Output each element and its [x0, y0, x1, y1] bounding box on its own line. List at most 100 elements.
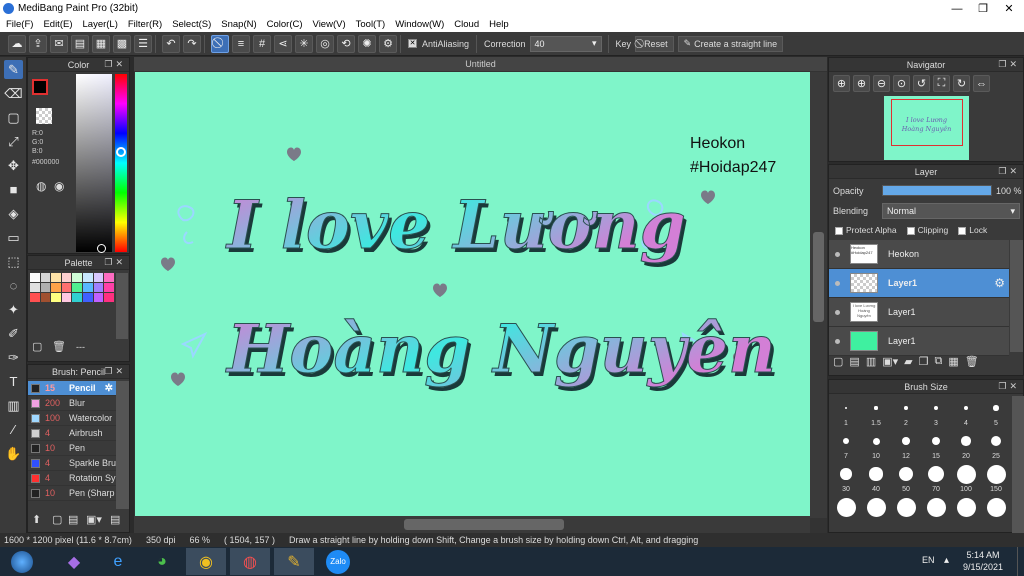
snap-crosshatch-icon[interactable]: # [253, 34, 271, 53]
visibility-icon[interactable] [835, 309, 840, 315]
layer-row-lettering[interactable]: I love Lương Hoàng Nguyên Layer1 [829, 298, 1009, 327]
brush-size-option[interactable] [921, 495, 951, 528]
brush-size-scrollbar[interactable] [1012, 396, 1024, 533]
new-8bit-layer-icon[interactable]: ▥ [866, 355, 876, 368]
foreground-color-swatch[interactable] [32, 79, 48, 95]
show-desktop-button[interactable] [1017, 547, 1024, 576]
new-brush-icon[interactable]: ▢ [52, 513, 62, 526]
visibility-icon[interactable] [835, 338, 840, 344]
document-icon[interactable]: ▦ [92, 34, 110, 53]
snap-vanishing-icon[interactable]: ⋖ [274, 34, 292, 53]
palette-swatch[interactable] [72, 293, 82, 302]
brush-size-option[interactable]: 20 [951, 429, 981, 462]
layer-settings-gear-icon[interactable]: ⚙ [994, 276, 1005, 290]
zalo-app[interactable]: Zalo [318, 548, 358, 575]
hand-tool-icon[interactable]: ✋ [4, 444, 23, 463]
panel-controls-icon[interactable]: ❐✕ [104, 257, 126, 268]
language-indicator[interactable]: EN [922, 555, 935, 565]
delete-layer-icon[interactable]: 🗑 [965, 355, 979, 368]
visibility-icon[interactable] [835, 280, 840, 286]
menu-select[interactable]: Select(S) [172, 19, 211, 30]
close-button[interactable]: ✕ [996, 0, 1022, 17]
brush-scrollbar[interactable] [116, 381, 129, 509]
brush-size-option[interactable]: 50 [891, 462, 921, 495]
brush-size-option[interactable] [981, 495, 1011, 528]
cloud-icon[interactable]: ☁ [8, 34, 26, 53]
brush-size-option[interactable]: 7 [831, 429, 861, 462]
brush-size-option[interactable]: 5 [981, 396, 1011, 429]
snap-circle-icon[interactable]: ◎ [316, 34, 334, 53]
zoom-out-icon[interactable]: ⊖ [873, 75, 890, 92]
antialiasing-checkbox[interactable]: ✕ [408, 39, 417, 48]
layer-row-background[interactable]: Layer1 [829, 327, 1009, 356]
palette-swatch[interactable] [40, 273, 51, 282]
grid-icon[interactable]: ▩ [113, 34, 131, 53]
brush-list-item[interactable]: 4 Sparkle Bru [28, 456, 116, 471]
brush-size-option[interactable] [861, 495, 891, 528]
brush-size-option[interactable]: 25 [981, 429, 1011, 462]
fill-rect-tool-icon[interactable]: ■ [4, 180, 23, 199]
palette-swatch[interactable] [72, 273, 82, 282]
straight-line-button[interactable]: ✎ Create a straight line [677, 35, 784, 52]
share-icon[interactable]: ⇪ [29, 34, 47, 53]
palette-swatch[interactable] [93, 293, 104, 302]
chrome-icon[interactable]: ◉ [186, 548, 226, 575]
horizontal-scroll-thumb[interactable] [404, 519, 564, 530]
blending-dropdown[interactable]: Normal ▾ [882, 203, 1020, 219]
clipping-checkbox[interactable] [906, 226, 915, 235]
menu-cloud[interactable]: Cloud [454, 19, 479, 30]
page-icon[interactable]: ▤ [71, 34, 89, 53]
brush-list-item[interactable]: 4 Rotation Sy [28, 471, 116, 486]
gradient-tool-icon[interactable]: ▭ [4, 228, 23, 247]
zoom-actual-icon[interactable]: ⊙ [893, 75, 910, 92]
snap-settings-icon[interactable]: ⚙ [379, 34, 397, 53]
palette-swatch[interactable] [51, 273, 61, 282]
opacity-slider[interactable] [882, 185, 992, 196]
comment-icon[interactable]: ✉ [50, 34, 68, 53]
hue-slider-handle[interactable] [116, 147, 126, 157]
brush-list-item[interactable]: 10 Pen [28, 441, 116, 456]
palette-swatch[interactable] [82, 273, 93, 282]
brush-size-option[interactable]: 12 [891, 429, 921, 462]
horizontal-scrollbar[interactable] [134, 516, 810, 533]
clipping-option[interactable]: Clipping [906, 225, 948, 235]
tray-arrow-icon[interactable]: ▴ [944, 555, 949, 566]
brush-size-option[interactable]: 10 [861, 429, 891, 462]
color-settings-icon[interactable]: ◉ [54, 179, 64, 193]
palette-swatch[interactable] [93, 283, 104, 292]
palette-swatch[interactable] [93, 273, 104, 282]
select-pen-icon[interactable]: ✐ [4, 324, 23, 343]
lock-checkbox[interactable] [958, 226, 967, 235]
brush-list-item[interactable]: 15 Pencil ✲ [28, 381, 116, 396]
add-layer-menu-icon[interactable]: ▣▾ [882, 355, 898, 368]
brush-size-option[interactable]: 150 [981, 462, 1011, 495]
protect-alpha-option[interactable]: Protect Alpha [835, 225, 897, 235]
text-tool-icon[interactable]: T [4, 372, 23, 391]
brush-size-option[interactable] [831, 495, 861, 528]
menu-snap[interactable]: Snap(N) [221, 19, 256, 30]
palette-swatch[interactable] [40, 283, 51, 292]
correction-dropdown[interactable]: 40 ▾ [529, 35, 602, 52]
merge-layer-icon[interactable]: ⧉ [934, 355, 942, 368]
visibility-icon[interactable] [835, 251, 840, 257]
select-tool-icon[interactable]: ⬚ [4, 252, 23, 271]
color-wheel-icon[interactable]: ◍ [36, 179, 46, 193]
clock[interactable]: 5:14 AM 9/15/2021 [963, 549, 1003, 573]
brush-size-option[interactable]: 30 [831, 462, 861, 495]
brush-tool-icon[interactable]: ✎ [4, 60, 23, 79]
picker-cursor[interactable] [97, 244, 106, 253]
palette-swatch[interactable] [51, 293, 61, 302]
brush-size-option[interactable]: 1.5 [861, 396, 891, 429]
bucket-tool-icon[interactable]: ◈ [4, 204, 23, 223]
brush-settings-gear-icon[interactable]: ✲ [105, 383, 113, 394]
palette-swatch[interactable] [104, 283, 114, 292]
palette-swatch[interactable] [104, 273, 114, 282]
brush-size-option[interactable]: 4 [951, 396, 981, 429]
brush-size-option[interactable]: 100 [951, 462, 981, 495]
fit-window-icon[interactable]: ⛶ [933, 75, 950, 92]
palette-swatch[interactable] [82, 283, 93, 292]
new-palette-icon[interactable]: ▢ [32, 340, 42, 353]
brush-size-option[interactable]: 70 [921, 462, 951, 495]
brush-list-item[interactable]: 100 Watercolor [28, 411, 116, 426]
menu-window[interactable]: Window(W) [395, 19, 444, 30]
